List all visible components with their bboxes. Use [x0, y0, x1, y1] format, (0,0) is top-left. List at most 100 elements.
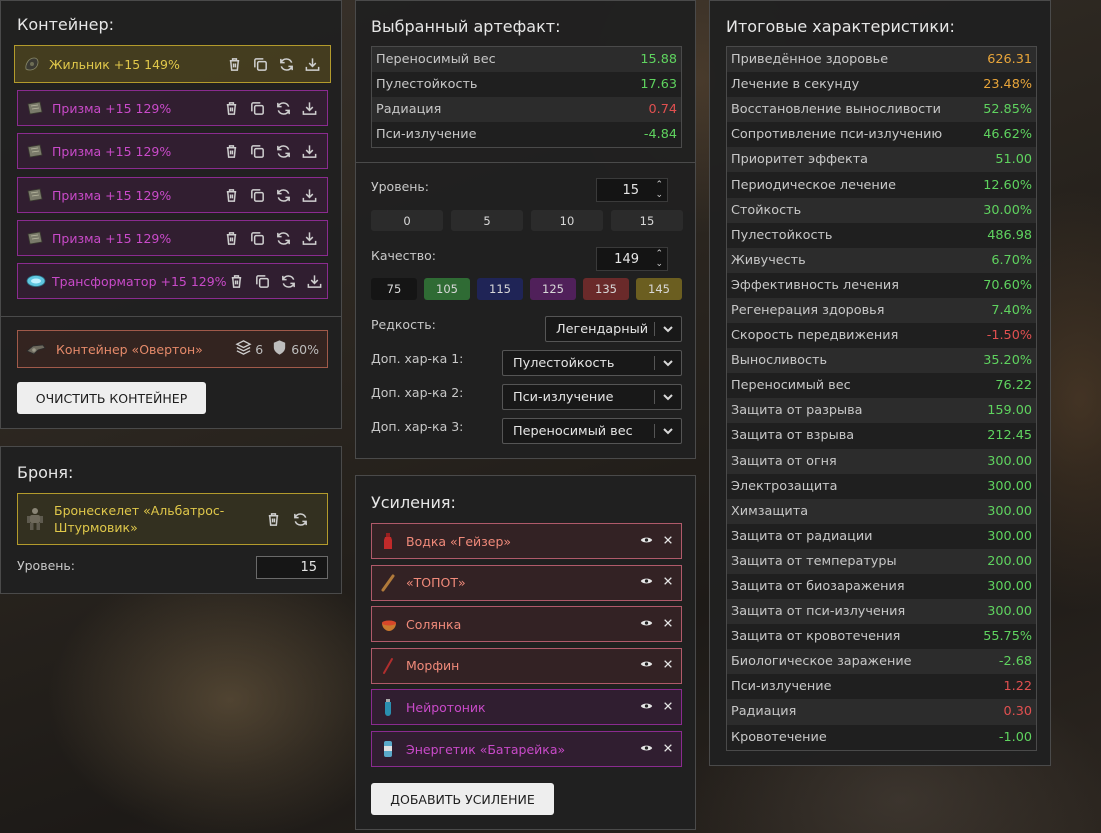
- eye-icon[interactable]: [640, 700, 653, 715]
- chevron-down-icon[interactable]: ⌄: [655, 190, 663, 200]
- stat-name: Защита от радиации: [731, 528, 873, 544]
- energy-drink-icon: [380, 740, 396, 758]
- quality-preset-button[interactable]: 125: [530, 278, 576, 300]
- artifact-quality-spinner[interactable]: 149 ⌃ ⌄: [596, 247, 668, 271]
- chevron-up-icon[interactable]: ⌃: [655, 180, 663, 190]
- container-item[interactable]: Контейнер «Овертон» 6 60%: [17, 330, 328, 368]
- artifact-level-spinner[interactable]: 15 ⌃ ⌄: [596, 178, 668, 202]
- close-icon[interactable]: [663, 534, 673, 549]
- copy-icon[interactable]: [248, 186, 267, 205]
- download-icon[interactable]: [305, 272, 324, 291]
- swap-icon[interactable]: [291, 510, 310, 529]
- boost-label: Солянка: [406, 616, 462, 632]
- boost-item[interactable]: Водка «Гейзер»: [371, 523, 682, 559]
- quality-preset-button[interactable]: 105: [424, 278, 470, 300]
- boost-item[interactable]: Энергетик «Батарейка»: [371, 731, 682, 767]
- boost-item[interactable]: «ТОПОТ»: [371, 564, 682, 601]
- container-slot[interactable]: Призма +15 129%: [17, 90, 328, 126]
- trash-icon[interactable]: [222, 99, 241, 118]
- chevron-down-icon: [662, 357, 674, 369]
- clear-container-button[interactable]: ОЧИСТИТЬ КОНТЕЙНЕР: [17, 382, 206, 414]
- swap-icon[interactable]: [277, 55, 296, 74]
- swap-icon[interactable]: [274, 99, 293, 118]
- quality-preset-button[interactable]: 135: [583, 278, 629, 300]
- eye-icon[interactable]: [640, 575, 653, 590]
- stat-name: Пулестойкость: [731, 227, 833, 243]
- copy-icon[interactable]: [248, 229, 267, 248]
- container-protection-stat: 60%: [271, 339, 319, 359]
- swap-icon[interactable]: [274, 186, 293, 205]
- copy-icon[interactable]: [248, 142, 267, 161]
- trash-icon[interactable]: [264, 510, 283, 529]
- download-icon[interactable]: [300, 99, 319, 118]
- download-icon[interactable]: [300, 229, 319, 248]
- chevron-up-icon[interactable]: ⌃: [655, 249, 663, 259]
- totals-stats-table: Приведённое здоровье 626.31 Лечение в секу…: [726, 46, 1037, 751]
- stat-value: 200.00: [987, 553, 1032, 569]
- boost-item[interactable]: Нейротоник: [371, 689, 682, 726]
- extra2-label: Доп. хар-ка 2:: [371, 385, 464, 400]
- extra1-select[interactable]: Пулестойкость: [502, 350, 682, 376]
- chevron-down-icon[interactable]: ⌄: [655, 259, 663, 269]
- quality-preset-button[interactable]: 115: [477, 278, 523, 300]
- copy-icon[interactable]: [251, 55, 270, 74]
- level-preset-button[interactable]: 15: [611, 210, 683, 231]
- container-slot[interactable]: Жильник +15 149%: [14, 45, 331, 83]
- stat-value: 300.00: [987, 528, 1032, 544]
- stat-value: -4.84: [643, 127, 677, 143]
- level-preset-button[interactable]: 10: [531, 210, 603, 231]
- container-slot[interactable]: Призма +15 129%: [17, 177, 328, 213]
- armor-title: Броня:: [17, 463, 74, 482]
- level-preset-button[interactable]: 0: [371, 210, 443, 231]
- armor-level-input[interactable]: 15: [256, 556, 328, 579]
- swap-icon[interactable]: [279, 272, 298, 291]
- container-slot[interactable]: Призма +15 129%: [17, 133, 328, 169]
- download-icon[interactable]: [300, 186, 319, 205]
- add-boost-button[interactable]: ДОБАВИТЬ УСИЛЕНИЕ: [371, 783, 554, 815]
- copy-icon[interactable]: [248, 99, 267, 118]
- container-slot[interactable]: Трансформатор +15 129%: [17, 263, 328, 299]
- eye-icon[interactable]: [640, 534, 653, 549]
- trash-icon[interactable]: [222, 229, 241, 248]
- boost-label: Нейротоник: [406, 699, 486, 715]
- stat-name: Радиация: [376, 102, 442, 118]
- close-icon[interactable]: [663, 742, 673, 757]
- download-icon[interactable]: [300, 142, 319, 161]
- trash-icon[interactable]: [222, 142, 241, 161]
- stat-name: Стойкость: [731, 202, 802, 218]
- stat-name: Регенерация здоровья: [731, 302, 885, 318]
- container-slot[interactable]: Призма +15 129%: [17, 220, 328, 256]
- swap-icon[interactable]: [274, 229, 293, 248]
- stat-value: 300.00: [987, 503, 1032, 519]
- extra2-select[interactable]: Пси-излучение: [502, 384, 682, 410]
- rarity-select[interactable]: Легендарный: [545, 316, 682, 342]
- eye-icon[interactable]: [640, 658, 653, 673]
- stat-name: Переносимый вес: [731, 378, 851, 394]
- boost-item[interactable]: Морфин: [371, 647, 682, 684]
- stat-row: Скорость передвижения -1.50%: [727, 323, 1036, 349]
- eye-icon[interactable]: [640, 742, 653, 757]
- eye-icon[interactable]: [640, 617, 653, 632]
- stat-value: 300.00: [987, 478, 1032, 494]
- extra3-select[interactable]: Переносимый вес: [502, 418, 682, 444]
- boost-item[interactable]: Солянка: [371, 606, 682, 643]
- trash-icon[interactable]: [225, 55, 244, 74]
- armor-item[interactable]: Бронескелет «Альбатрос-Штурмовик»: [17, 493, 328, 545]
- close-icon[interactable]: [663, 575, 673, 590]
- boost-label: «ТОПОТ»: [406, 575, 466, 591]
- close-icon[interactable]: [663, 700, 673, 715]
- quality-preset-button[interactable]: 75: [371, 278, 417, 300]
- trash-icon[interactable]: [227, 272, 246, 291]
- container-title: Контейнер:: [17, 15, 115, 34]
- download-icon[interactable]: [303, 55, 322, 74]
- totals-title: Итоговые характеристики:: [726, 17, 955, 36]
- close-icon[interactable]: [663, 617, 673, 632]
- stat-row: Приоритет эффекта 51.00: [727, 147, 1036, 173]
- container-slots-stat: 6: [235, 339, 263, 359]
- trash-icon[interactable]: [222, 186, 241, 205]
- quality-preset-button[interactable]: 145: [636, 278, 682, 300]
- copy-icon[interactable]: [253, 272, 272, 291]
- close-icon[interactable]: [663, 658, 673, 673]
- swap-icon[interactable]: [274, 142, 293, 161]
- level-preset-button[interactable]: 5: [451, 210, 523, 231]
